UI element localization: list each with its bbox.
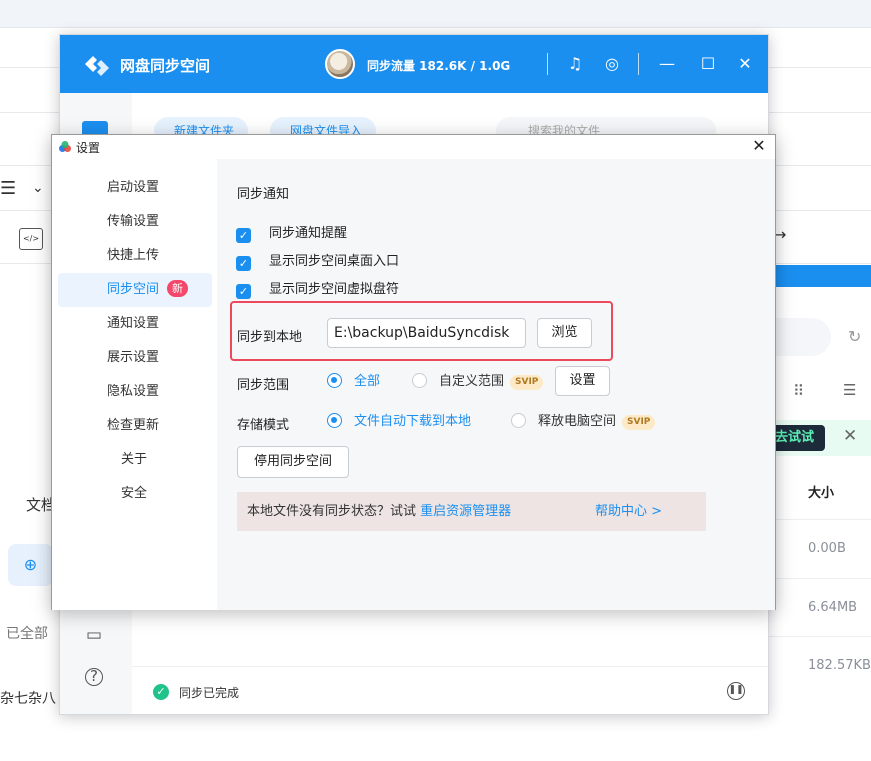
settings-titlebar: 设置 ✕	[52, 135, 775, 159]
nav-item-startup[interactable]: 启动设置	[58, 171, 212, 205]
tip-bar: 本地文件没有同步状态？试试 重启资源管理器 帮助中心 >	[237, 492, 706, 531]
radio-label: 文件自动下载到本地	[354, 414, 472, 429]
radio-auto-download[interactable]: 文件自动下载到本地	[327, 413, 471, 429]
sort-icon[interactable]: ☰	[843, 381, 856, 399]
radio-selected-icon[interactable]	[327, 413, 342, 428]
svip-badge: SVIP	[510, 375, 544, 390]
row-divider	[769, 636, 871, 637]
radio-selected-icon[interactable]	[327, 373, 342, 388]
settings-nav: 启动设置 传输设置 快捷上传 同步空间新 通知设置 展示设置 隐私设置 检查更新…	[52, 159, 217, 610]
try-it-button[interactable]: 去试试	[769, 425, 825, 451]
radio-range-custom[interactable]: 自定义范围 SVIP	[412, 373, 544, 390]
checkbox-label: 显示同步空间虚拟盘符	[269, 282, 400, 297]
check-circle-icon: ✓	[153, 684, 169, 700]
radio-label: 全部	[354, 374, 381, 389]
add-folder-icon[interactable]: ⊕	[8, 544, 53, 586]
sync-status-bar: ✓ 同步已完成 ❚❚	[132, 666, 768, 714]
radio-free-space[interactable]: 释放电脑空间 SVIP	[511, 413, 656, 430]
radio-label: 释放电脑空间	[538, 414, 617, 429]
settings-title: 设置	[76, 141, 101, 155]
nav-item-check-update[interactable]: 检查更新	[58, 409, 212, 443]
settings-content: 同步通知 ✓ 同步通知提醒 ✓ 显示同步空间桌面入口 ✓ 显示同步空间虚拟盘符 同步到…	[217, 159, 775, 610]
sync-logo-icon	[85, 56, 109, 76]
nav-item-transfer[interactable]: 传输设置	[58, 205, 212, 239]
sync-range-label: 同步范围	[237, 378, 290, 393]
sync-local-label: 同步到本地	[237, 330, 303, 345]
radio-unselected-icon[interactable]	[511, 413, 526, 428]
restart-explorer-link[interactable]: 重启资源管理器	[420, 504, 511, 519]
radio-label: 自定义范围	[439, 374, 505, 389]
background-right-panel	[769, 287, 871, 761]
pause-icon[interactable]: ❚❚	[727, 682, 745, 700]
titlebar-separator	[638, 53, 639, 75]
close-icon[interactable]: ✕	[843, 426, 857, 446]
sync-status-text: 同步已完成	[179, 686, 240, 700]
row-divider	[769, 519, 871, 520]
nav-item-privacy[interactable]: 隐私设置	[58, 375, 212, 409]
settings-dialog: 设置 ✕ 启动设置 传输设置 快捷上传 同步空间新 通知设置 展示设置 隐私设置…	[51, 134, 776, 610]
nav-item-sync-space[interactable]: 同步空间新	[58, 273, 212, 307]
radio-unselected-icon[interactable]	[412, 373, 427, 388]
help-icon[interactable]: ?	[85, 668, 103, 686]
nav-item-about[interactable]: 关于	[58, 443, 212, 477]
background-search-field[interactable]	[769, 318, 831, 356]
code-icon[interactable]: </>	[19, 228, 43, 250]
close-window-icon[interactable]: ✕	[733, 52, 757, 76]
checkbox-checked-icon[interactable]: ✓	[236, 228, 251, 243]
file-size: 0.00B	[808, 541, 846, 556]
nav-item-label: 同步空间	[107, 282, 160, 297]
chevron-down-icon[interactable]: ⌄	[32, 180, 44, 196]
background-window-topbar	[0, 0, 871, 28]
minimize-icon[interactable]: —	[655, 52, 679, 76]
refresh-icon[interactable]: ↻	[848, 327, 861, 346]
checkbox-desktop-entry[interactable]: ✓ 显示同步空间桌面入口	[236, 253, 399, 271]
background-blue-strip	[769, 265, 871, 287]
sync-path-input[interactable]: E:\backup\BaiduSyncdisk	[327, 318, 526, 348]
settings-icon[interactable]: ◎	[600, 52, 624, 76]
size-column-header[interactable]: 大小	[808, 482, 834, 501]
nav-item-security[interactable]: 安全	[58, 477, 212, 511]
baidu-cloud-icon	[59, 141, 71, 152]
file-size: 182.57KB	[808, 658, 871, 673]
checkbox-virtual-drive[interactable]: ✓ 显示同步空间虚拟盘符	[236, 281, 399, 299]
close-icon[interactable]: ✕	[749, 136, 769, 156]
disable-sync-button[interactable]: 停用同步空间	[237, 446, 349, 478]
row-divider	[769, 578, 871, 579]
svip-badge: SVIP	[622, 415, 656, 430]
nav-item-display[interactable]: 展示设置	[58, 341, 212, 375]
nav-item-notifications[interactable]: 通知设置	[58, 307, 212, 341]
maximize-icon[interactable]: ☐	[696, 52, 720, 76]
titlebar-separator	[547, 53, 548, 75]
checkbox-sync-notify[interactable]: ✓ 同步通知提醒	[236, 225, 347, 243]
file-size: 6.64MB	[808, 600, 858, 615]
sync-window-titlebar: 网盘同步空间 同步流量 182.6K / 1.0G ♫ ◎ — ☐ ✕	[60, 35, 768, 93]
headset-icon[interactable]: ♫	[563, 52, 587, 76]
checkbox-label: 同步通知提醒	[269, 226, 348, 241]
radio-range-all[interactable]: 全部	[327, 373, 380, 389]
help-center-link[interactable]: 帮助中心 >	[595, 492, 662, 531]
checkbox-checked-icon[interactable]: ✓	[236, 256, 251, 271]
storage-mode-label: 存储模式	[237, 418, 290, 433]
grid-view-icon[interactable]: ⠿	[793, 382, 804, 400]
list-view-icon[interactable]: ☰	[0, 178, 16, 199]
checkbox-checked-icon[interactable]: ✓	[236, 284, 251, 299]
checkbox-label: 显示同步空间桌面入口	[269, 254, 400, 269]
background-text-misc: 杂七杂八	[0, 691, 56, 707]
nav-item-quick-upload[interactable]: 快捷上传	[58, 239, 212, 273]
section-title: 同步通知	[237, 187, 290, 202]
avatar[interactable]	[325, 49, 355, 79]
sync-traffic: 同步流量 182.6K / 1.0G	[367, 59, 511, 73]
range-settings-button[interactable]: 设置	[555, 366, 610, 396]
folder-icon[interactable]: ▭	[82, 623, 106, 647]
sync-window-title: 网盘同步空间	[120, 57, 211, 75]
new-badge: 新	[167, 280, 189, 297]
background-text-all: 已全部	[6, 626, 48, 642]
tip-text: 本地文件没有同步状态？试试	[247, 504, 417, 519]
browse-button[interactable]: 浏览	[537, 318, 592, 348]
